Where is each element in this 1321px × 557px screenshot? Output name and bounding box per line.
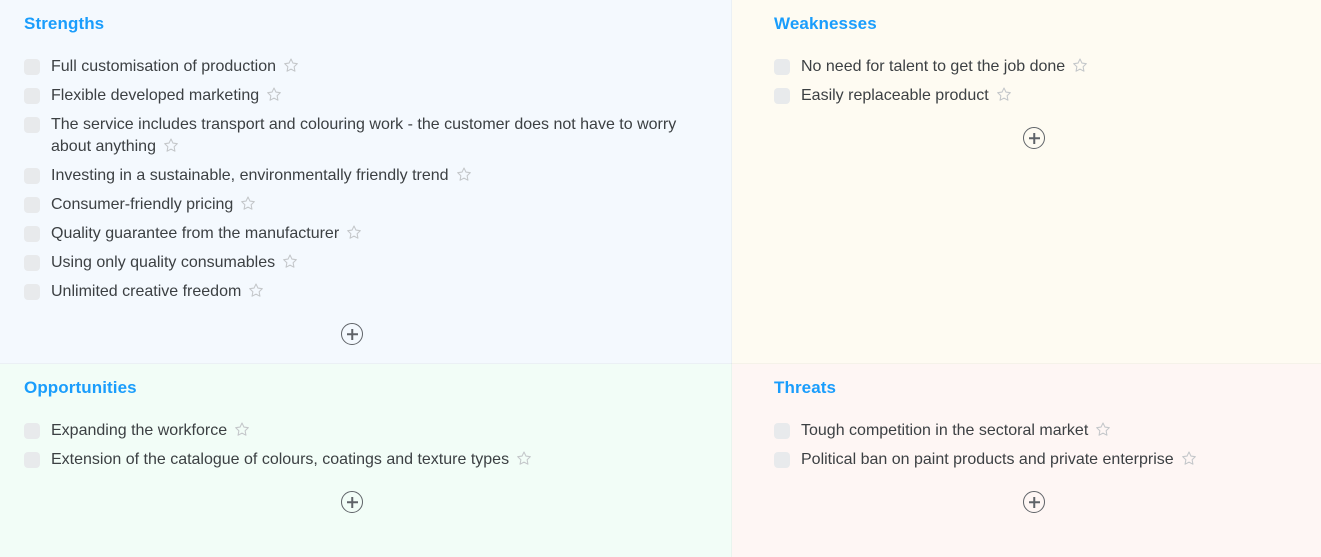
star-icon[interactable]	[1072, 57, 1088, 73]
list-item: Easily replaceable product	[774, 85, 1301, 107]
item-label[interactable]: Unlimited creative freedom	[51, 283, 241, 300]
item-label[interactable]: Easily replaceable product	[801, 87, 989, 104]
item-checkbox[interactable]	[24, 226, 40, 242]
list-item: Political ban on paint products and priv…	[774, 449, 1301, 471]
item-label[interactable]: Full customisation of production	[51, 58, 276, 75]
item-body: No need for talent to get the job done	[801, 56, 1088, 78]
list-item: Extension of the catalogue of colours, c…	[24, 449, 712, 471]
item-checkbox[interactable]	[24, 255, 40, 271]
item-label[interactable]: Investing in a sustainable, environmenta…	[51, 167, 449, 184]
item-checkbox[interactable]	[774, 59, 790, 75]
add-row-weaknesses	[774, 127, 1294, 149]
item-body: Political ban on paint products and priv…	[801, 449, 1197, 471]
item-body: Consumer-friendly pricing	[51, 194, 256, 216]
quadrant-opportunities: Opportunities Expanding the workforce Ext…	[0, 364, 732, 557]
item-checkbox[interactable]	[774, 88, 790, 104]
star-icon[interactable]	[1095, 421, 1111, 437]
list-item: Tough competition in the sectoral market	[774, 420, 1301, 442]
quadrant-title-strengths: Strengths	[24, 14, 105, 33]
item-checkbox[interactable]	[24, 423, 40, 439]
list-item: Flexible developed marketing	[24, 85, 712, 107]
item-label[interactable]: Tough competition in the sectoral market	[801, 422, 1088, 439]
item-body: Flexible developed marketing	[51, 85, 282, 107]
quadrant-weaknesses: Weaknesses No need for talent to get the…	[732, 0, 1321, 364]
item-label[interactable]: No need for talent to get the job done	[801, 58, 1065, 75]
item-list-weaknesses: No need for talent to get the job done Ea…	[774, 56, 1301, 107]
star-icon[interactable]	[283, 57, 299, 73]
item-label[interactable]: The service includes transport and colou…	[51, 116, 676, 155]
list-item: Consumer-friendly pricing	[24, 194, 712, 216]
star-icon[interactable]	[248, 282, 264, 298]
item-body: Tough competition in the sectoral market	[801, 420, 1111, 442]
item-label[interactable]: Using only quality consumables	[51, 254, 275, 271]
list-item: Full customisation of production	[24, 56, 712, 78]
item-body: Using only quality consumables	[51, 252, 298, 274]
item-checkbox[interactable]	[24, 197, 40, 213]
star-icon[interactable]	[266, 86, 282, 102]
list-item: Quality guarantee from the manufacturer	[24, 223, 712, 245]
quadrant-title-weaknesses: Weaknesses	[774, 14, 877, 33]
star-icon[interactable]	[282, 253, 298, 269]
item-checkbox[interactable]	[24, 452, 40, 468]
star-icon[interactable]	[996, 86, 1012, 102]
add-item-button-weaknesses[interactable]	[1023, 127, 1045, 149]
item-label[interactable]: Flexible developed marketing	[51, 87, 259, 104]
item-body: Expanding the workforce	[51, 420, 250, 442]
add-item-button-strengths[interactable]	[341, 323, 363, 345]
quadrant-title-threats: Threats	[774, 378, 837, 397]
item-checkbox[interactable]	[24, 59, 40, 75]
list-item: Unlimited creative freedom	[24, 281, 712, 303]
quadrant-strengths: Strengths Full customisation of producti…	[0, 0, 732, 364]
list-item: No need for talent to get the job done	[774, 56, 1301, 78]
list-item: The service includes transport and colou…	[24, 114, 712, 158]
swot-board: Strengths Full customisation of producti…	[0, 0, 1321, 557]
item-checkbox[interactable]	[774, 452, 790, 468]
add-item-button-threats[interactable]	[1023, 491, 1045, 513]
star-icon[interactable]	[1181, 450, 1197, 466]
star-icon[interactable]	[516, 450, 532, 466]
item-label[interactable]: Quality guarantee from the manufacturer	[51, 225, 339, 242]
item-list-strengths: Full customisation of production Flexible…	[24, 56, 712, 303]
star-icon[interactable]	[240, 195, 256, 211]
quadrant-threats: Threats Tough competition in the sectora…	[732, 364, 1321, 557]
item-label[interactable]: Extension of the catalogue of colours, c…	[51, 451, 509, 468]
item-checkbox[interactable]	[774, 423, 790, 439]
list-item: Investing in a sustainable, environmenta…	[24, 165, 712, 187]
item-checkbox[interactable]	[24, 117, 40, 133]
list-item: Expanding the workforce	[24, 420, 712, 442]
add-row-threats	[774, 491, 1294, 513]
item-body: Extension of the catalogue of colours, c…	[51, 449, 532, 471]
quadrant-title-opportunities: Opportunities	[24, 378, 137, 397]
item-body: The service includes transport and colou…	[51, 114, 691, 158]
star-icon[interactable]	[234, 421, 250, 437]
star-icon[interactable]	[456, 166, 472, 182]
item-body: Unlimited creative freedom	[51, 281, 264, 303]
item-checkbox[interactable]	[24, 168, 40, 184]
add-row-opportunities	[24, 491, 680, 513]
add-item-button-opportunities[interactable]	[341, 491, 363, 513]
item-list-threats: Tough competition in the sectoral market…	[774, 420, 1301, 471]
item-label[interactable]: Consumer-friendly pricing	[51, 196, 233, 213]
item-checkbox[interactable]	[24, 88, 40, 104]
item-label[interactable]: Expanding the workforce	[51, 422, 227, 439]
item-body: Quality guarantee from the manufacturer	[51, 223, 362, 245]
star-icon[interactable]	[163, 137, 179, 153]
item-body: Easily replaceable product	[801, 85, 1012, 107]
add-row-strengths	[24, 323, 680, 345]
item-body: Investing in a sustainable, environmenta…	[51, 165, 472, 187]
item-list-opportunities: Expanding the workforce Extension of the …	[24, 420, 712, 471]
item-label[interactable]: Political ban on paint products and priv…	[801, 451, 1174, 468]
star-icon[interactable]	[346, 224, 362, 240]
list-item: Using only quality consumables	[24, 252, 712, 274]
item-checkbox[interactable]	[24, 284, 40, 300]
item-body: Full customisation of production	[51, 56, 299, 78]
